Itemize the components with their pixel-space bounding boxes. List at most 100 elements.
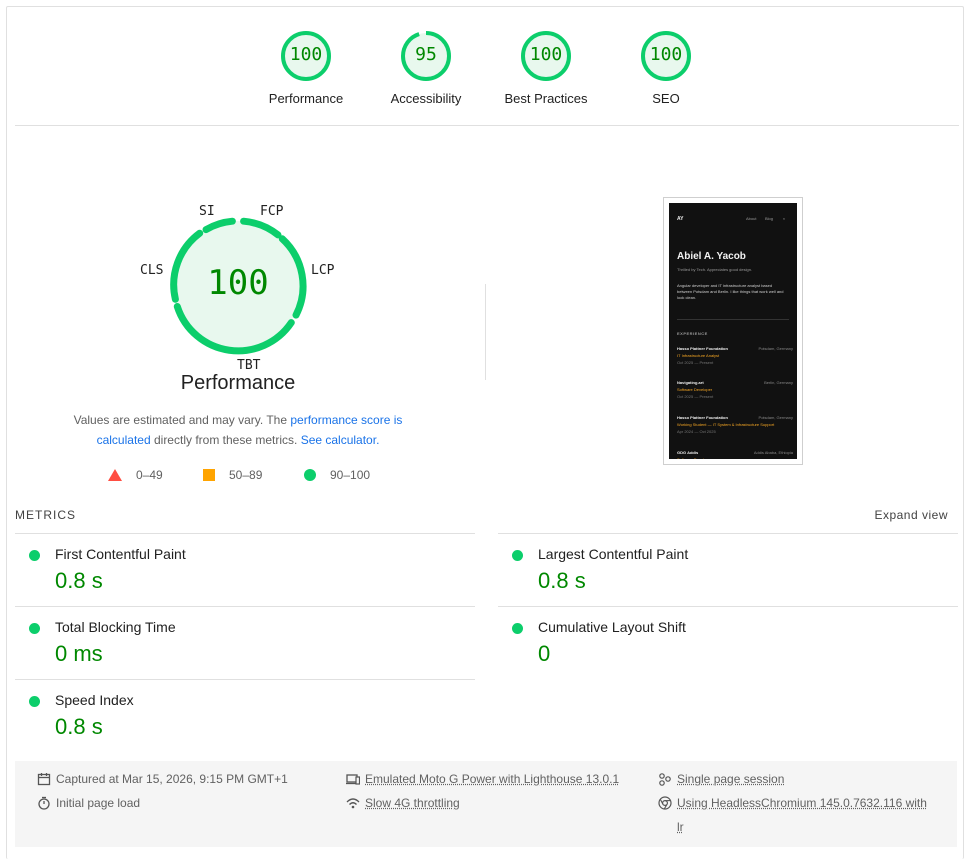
metric-speed-index: Speed Index 0.8 s	[15, 679, 475, 751]
gauge-accessibility-score: 95	[415, 44, 437, 65]
metric-title: Largest Contentful Paint	[538, 546, 689, 562]
gauge-performance-label: Performance	[268, 91, 344, 106]
expand-view-button[interactable]: Expand view	[874, 508, 948, 522]
session-text[interactable]: Single page session	[677, 767, 784, 791]
screenshot-nav-about: About	[746, 216, 757, 221]
single-page-session[interactable]: Single page session	[658, 767, 784, 791]
metrics-header: METRICS	[15, 508, 76, 522]
captured-at: Captured at Mar 15, 2026, 9:15 PM GMT+1	[37, 767, 288, 791]
performance-score-large: 100	[207, 263, 269, 303]
chrome-icon	[658, 796, 672, 810]
gauge-best-practices[interactable]: 100 Best Practices	[491, 30, 601, 106]
gauge-accessibility[interactable]: 95 Accessibility	[371, 30, 481, 106]
gauge-best-practices-score: 100	[529, 44, 563, 65]
screenshot-content: AY About Blog ◐ Abiel A. Yacob Thrilled …	[669, 203, 797, 459]
metric-largest-contentful-paint: Largest Contentful Paint 0.8 s	[498, 533, 958, 605]
circle-icon	[304, 469, 316, 481]
wifi-icon	[346, 798, 360, 809]
triangle-icon	[108, 469, 122, 481]
job-role: Working Student — IT System & Infrastruc…	[677, 422, 775, 427]
captured-text: Captured at Mar 15, 2026, 9:15 PM GMT+1	[56, 772, 288, 786]
job-date: Apr 2024 — Oct 2025	[677, 429, 716, 434]
job-loc: Potsdam, Germany	[758, 346, 793, 351]
metric-label-tbt: TBT	[237, 358, 261, 373]
job-role: Software Developer	[677, 387, 713, 392]
screenshot-rule	[677, 319, 789, 320]
runtime-settings: Captured at Mar 15, 2026, 9:15 PM GMT+1 …	[15, 761, 957, 847]
square-icon	[203, 469, 215, 481]
metric-title: Cumulative Layout Shift	[538, 619, 686, 635]
see-calculator-link[interactable]: See calculator.	[301, 433, 380, 447]
initial-page-load: Initial page load	[37, 791, 140, 815]
browser-text-line1[interactable]: Using HeadlessChromium 145.0.7632.116 wi…	[677, 796, 927, 810]
pass-icon	[29, 623, 40, 634]
device-text[interactable]: Emulated Moto G Power with Lighthouse 13…	[365, 767, 619, 791]
initial-text: Initial page load	[56, 796, 141, 810]
gauge-performance-score: 100	[289, 44, 323, 65]
job-loc: Potsdam, Germany	[758, 415, 793, 420]
metric-value: 0	[538, 641, 551, 666]
gauge-seo[interactable]: 100 SEO	[611, 30, 721, 106]
metric-label-fcp: FCP	[260, 204, 284, 219]
screenshot-nav-blog: Blog	[765, 216, 774, 221]
network-throttling[interactable]: Slow 4G throttling	[346, 791, 460, 815]
legend-average: 50–89	[203, 468, 262, 482]
gauges-divider	[15, 125, 959, 126]
screenshot-name: Abiel A. Yacob	[677, 251, 746, 262]
legend-fail: 0–49	[108, 468, 163, 482]
metric-first-contentful-paint: First Contentful Paint 0.8 s	[15, 533, 475, 605]
gauge-best-practices-label: Best Practices	[504, 91, 588, 106]
devices-icon	[346, 774, 360, 785]
gauge-seo-score: 100	[649, 44, 683, 65]
job-loc: Addis Ababa, Ethiopia	[753, 450, 793, 455]
pass-icon	[512, 623, 523, 634]
timer-icon	[38, 796, 50, 810]
metric-cumulative-layout-shift: Cumulative Layout Shift 0	[498, 606, 958, 678]
screenshot-job: GDG Addis Addis Ababa, Ethiopia Software…	[677, 450, 793, 459]
emulated-device[interactable]: Emulated Moto G Power with Lighthouse 13…	[346, 767, 619, 791]
screenshot-job: Hasso Plattner Foundation Potsdam, Germa…	[677, 346, 793, 365]
metric-total-blocking-time: Total Blocking Time 0 ms	[15, 606, 475, 678]
metric-value: 0 ms	[55, 641, 103, 666]
performance-title: Performance	[180, 372, 296, 394]
gauge-performance[interactable]: 100 Performance	[251, 30, 361, 106]
metric-title: First Contentful Paint	[55, 546, 186, 562]
job-date: Oct 2025 — Present	[677, 394, 714, 399]
gauge-seo-label: SEO	[652, 91, 680, 106]
note-text-1: Values are estimated and may vary. The	[73, 413, 291, 427]
metric-label-lcp: LCP	[311, 263, 335, 278]
screenshot-logo: AY	[677, 216, 684, 222]
calendar-icon	[37, 773, 51, 786]
job-role: IT Infrastructure Analyst	[677, 353, 720, 358]
legend-average-label: 50–89	[229, 468, 263, 482]
throttling-text[interactable]: Slow 4G throttling	[365, 791, 460, 815]
metric-title: Total Blocking Time	[55, 619, 176, 635]
browser-text-line2[interactable]: lr	[677, 820, 684, 834]
final-screenshot[interactable]: AY About Blog ◐ Abiel A. Yacob Thrilled …	[663, 197, 803, 465]
vertical-separator	[485, 284, 486, 380]
job-date: Oct 2025 — Present	[677, 360, 714, 365]
job-role: Software Developer	[677, 457, 793, 459]
metric-value: 0.8 s	[55, 714, 103, 739]
browser-version[interactable]: Using HeadlessChromium 145.0.7632.116 wi…	[658, 791, 927, 839]
job-loc: Berlin, Germany	[764, 380, 793, 385]
legend-pass: 90–100	[304, 468, 370, 482]
metric-value: 0.8 s	[55, 568, 103, 593]
metric-value: 0.8 s	[538, 568, 586, 593]
metric-label-si: SI	[199, 204, 215, 219]
legend-fail-label: 0–49	[136, 468, 163, 482]
screenshot-job: Hasso Plattner Foundation Potsdam, Germa…	[677, 415, 793, 434]
legend-pass-label: 90–100	[330, 468, 371, 482]
screenshot-intro: Angular developer and IT infrastructure …	[677, 283, 784, 300]
session-icon	[659, 773, 671, 786]
pass-icon	[512, 550, 523, 561]
performance-note: Values are estimated and may vary. The p…	[55, 410, 421, 450]
screenshot-section: EXPERIENCE	[677, 331, 708, 336]
screenshot-job: Navigating.art Berlin, Germany Software …	[677, 380, 793, 399]
metric-label-cls: CLS	[140, 263, 164, 278]
pass-icon	[29, 550, 40, 561]
pass-icon	[29, 696, 40, 707]
note-text-2: directly from these metrics.	[150, 433, 301, 447]
metric-title: Speed Index	[55, 692, 134, 708]
gauge-accessibility-label: Accessibility	[390, 91, 462, 106]
